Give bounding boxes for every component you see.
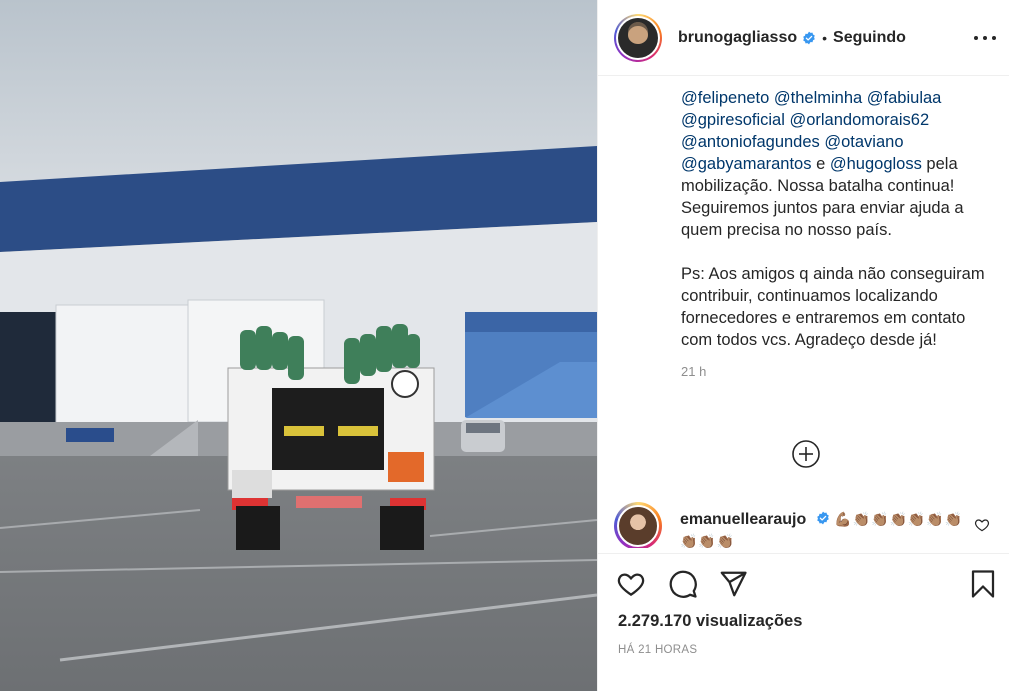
commenter-avatar-image — [617, 505, 659, 547]
caption-ps-text: Ps: Aos amigos q ainda não conseguiram c… — [681, 265, 985, 349]
share-button[interactable] — [716, 567, 750, 601]
post-video[interactable] — [0, 0, 597, 691]
separator-dot: • — [822, 29, 828, 46]
mention-link[interactable]: @gabyamarantos — [681, 155, 812, 173]
post-details-panel: brunogagliasso • Seguindo @felipeneto @t… — [597, 0, 1009, 691]
author-avatar-image — [618, 17, 658, 58]
mention-link[interactable]: @fabiulaa — [867, 89, 942, 107]
mention-link[interactable]: @gpiresoficial — [681, 111, 785, 129]
mention-link[interactable]: @felipeneto — [681, 89, 769, 107]
verified-badge-icon — [803, 31, 815, 44]
more-options-icon[interactable] — [974, 28, 996, 48]
view-count[interactable]: 2.279.170 visualizações — [618, 612, 802, 631]
mention-link[interactable]: @thelminha — [774, 89, 862, 107]
caption-timestamp[interactable]: 21 h — [681, 361, 991, 383]
following-button[interactable]: Seguindo — [833, 29, 906, 47]
bookmark-icon — [971, 570, 995, 598]
caption-text: pela — [921, 155, 958, 173]
plus-circle-icon[interactable] — [791, 439, 821, 469]
video-frame-image — [0, 0, 597, 691]
comment-icon — [669, 570, 697, 598]
mention-link[interactable]: @orlandomorais62 — [789, 111, 929, 129]
mention-link[interactable]: @antoniofagundes — [681, 133, 820, 151]
mention-link[interactable]: @hugogloss — [830, 155, 922, 173]
commenter-avatar[interactable] — [614, 502, 662, 548]
like-button[interactable] — [614, 567, 648, 601]
heart-icon — [617, 573, 645, 596]
caption-text: e — [811, 155, 830, 173]
post-actions-section: 2.279.170 visualizações HÁ 21 HORAS — [598, 553, 1009, 691]
commenter-username[interactable]: emanuellearaujo — [680, 511, 806, 528]
post-caption: @felipeneto @thelminha @fabiulaa @gpires… — [681, 77, 991, 383]
comment-button[interactable] — [666, 567, 700, 601]
caption-text: mobilização. Nossa batalha continua! Seg… — [681, 177, 964, 239]
caption-clipped-line — [681, 77, 991, 87]
mention-link[interactable]: @otaviano — [824, 133, 903, 151]
author-username[interactable]: brunogagliasso — [678, 29, 797, 47]
post-header: brunogagliasso • Seguindo — [598, 0, 1009, 76]
caption-scroll-area[interactable]: @felipeneto @thelminha @fabiulaa @gpires… — [598, 77, 1009, 487]
paper-plane-icon — [720, 571, 747, 597]
verified-badge-icon — [816, 511, 829, 525]
post-timestamp[interactable]: HÁ 21 HORAS — [618, 644, 697, 656]
comment-item: emanuellearaujo 💪🏽👏🏽👏🏽👏🏽👏🏽👏🏽👏🏽👏🏽👏🏽👏🏽 — [614, 502, 994, 548]
save-button[interactable] — [966, 567, 1000, 601]
heart-small-icon[interactable] — [974, 517, 990, 533]
author-avatar[interactable] — [614, 13, 662, 62]
